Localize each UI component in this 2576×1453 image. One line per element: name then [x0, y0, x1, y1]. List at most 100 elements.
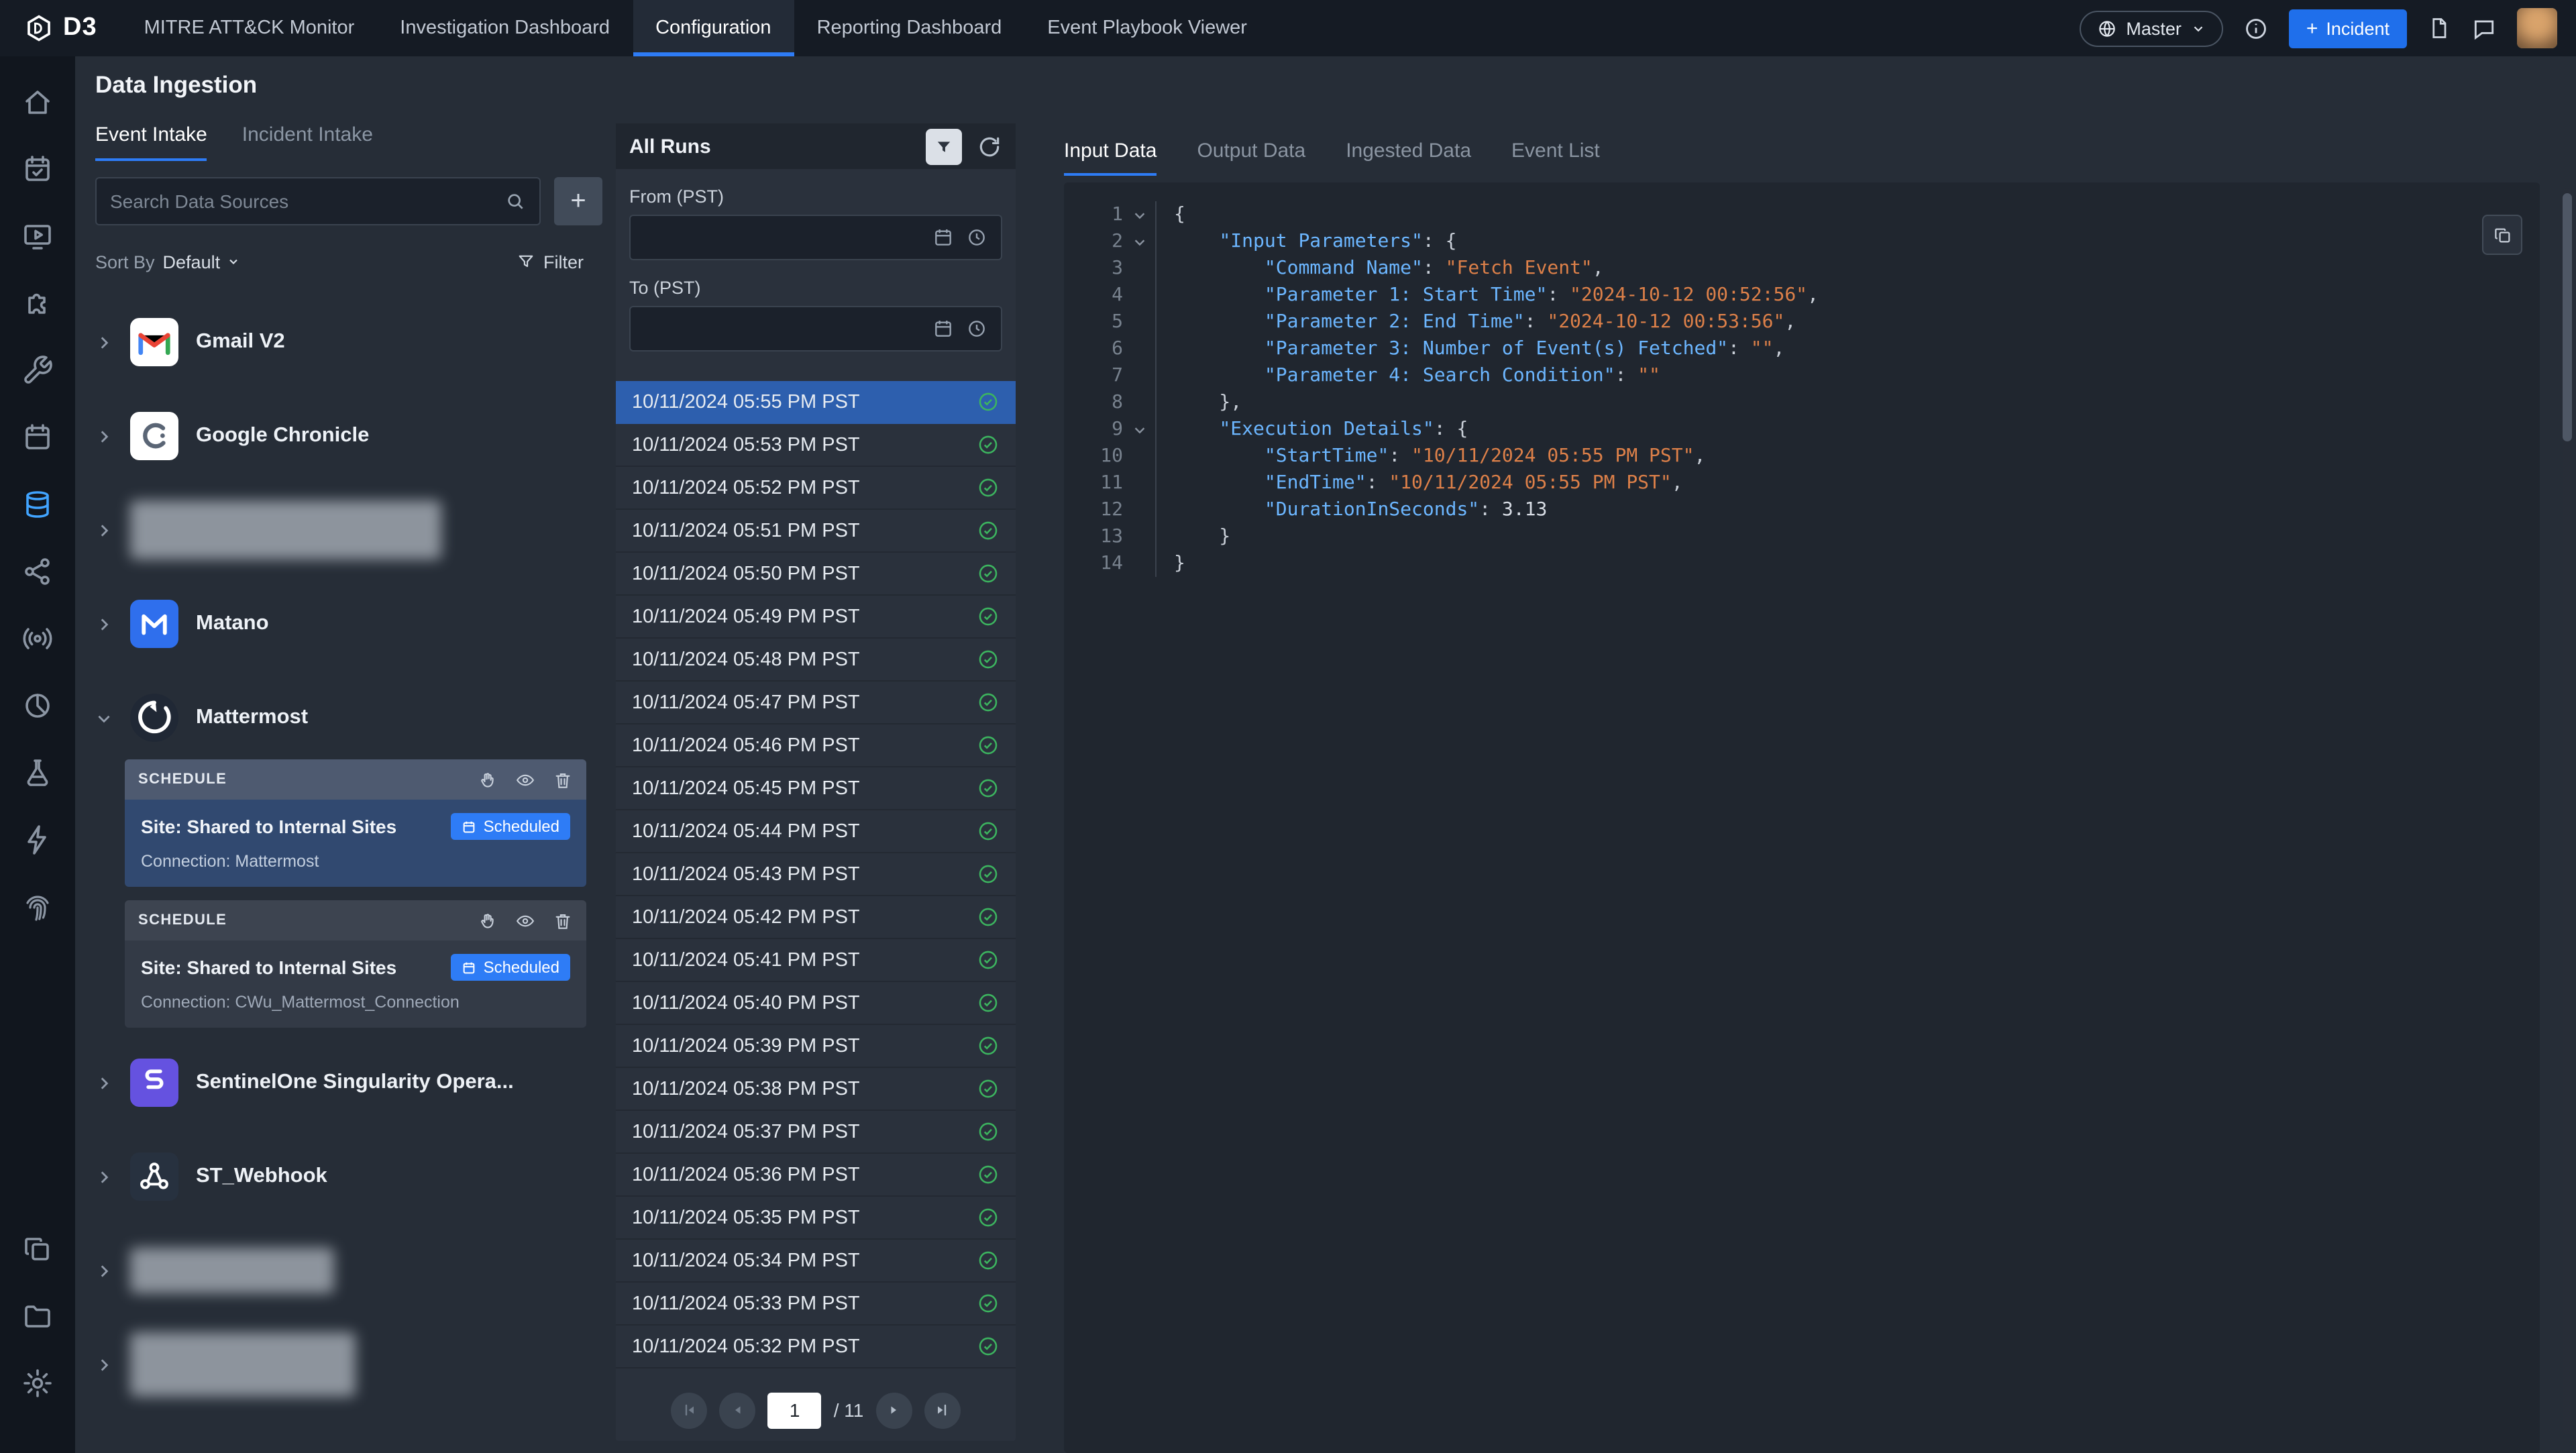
broadcast-signal-icon[interactable] [21, 623, 54, 655]
data-ingestion-database-icon[interactable] [21, 488, 54, 521]
user-avatar[interactable] [2517, 8, 2557, 48]
nav-event-playbook-viewer[interactable]: Event Playbook Viewer [1024, 0, 1270, 56]
schedule-calendar-icon[interactable] [21, 421, 54, 453]
manual-run-hand-icon[interactable] [478, 769, 498, 790]
view-eye-icon[interactable] [515, 910, 535, 930]
tab-event-list[interactable]: Event List [1511, 140, 1600, 176]
tab-output-data[interactable]: Output Data [1197, 140, 1305, 176]
calendar-icon[interactable] [932, 318, 954, 339]
clock-icon[interactable] [966, 227, 987, 248]
schedule-card-selected[interactable]: SCHEDULE Site: Shared to I [125, 759, 586, 887]
to-date-input[interactable] [629, 306, 1002, 352]
run-row[interactable]: 10/11/2024 05:48 PM PST [616, 639, 1016, 682]
run-row[interactable]: 10/11/2024 05:32 PM PST [616, 1326, 1016, 1368]
run-row[interactable]: 10/11/2024 05:49 PM PST [616, 596, 1016, 639]
sort-by-dropdown[interactable]: Default [163, 252, 241, 272]
source-row-blurred[interactable] [95, 1326, 602, 1403]
collapse-arrow-icon[interactable] [1123, 207, 1155, 222]
tab-event-intake[interactable]: Event Intake [95, 123, 207, 161]
run-row[interactable]: 10/11/2024 05:47 PM PST [616, 682, 1016, 724]
nav-investigation-dashboard[interactable]: Investigation Dashboard [377, 0, 633, 56]
calendar-icon[interactable] [932, 227, 954, 248]
page-number-input[interactable] [768, 1392, 822, 1428]
run-row[interactable]: 10/11/2024 05:45 PM PST [616, 767, 1016, 810]
run-row[interactable]: 10/11/2024 05:46 PM PST [616, 724, 1016, 767]
nav-reporting-dashboard[interactable]: Reporting Dashboard [794, 0, 1025, 56]
chat-icon[interactable] [2471, 15, 2497, 41]
run-row[interactable]: 10/11/2024 05:51 PM PST [616, 510, 1016, 553]
run-row[interactable]: 10/11/2024 05:40 PM PST [616, 982, 1016, 1025]
clock-icon[interactable] [966, 318, 987, 339]
source-row-st-webhook[interactable]: ST_Webhook [95, 1138, 602, 1216]
run-row[interactable]: 10/11/2024 05:36 PM PST [616, 1154, 1016, 1197]
vertical-scrollbar-thumb[interactable] [2563, 193, 2572, 441]
run-row[interactable]: 10/11/2024 05:42 PM PST [616, 896, 1016, 939]
nav-mitre-attack-monitor[interactable]: MITRE ATT&CK Monitor [121, 0, 378, 56]
runs-filter-button[interactable] [926, 128, 962, 164]
tab-input-data[interactable]: Input Data [1064, 140, 1157, 176]
last-page-button[interactable] [924, 1392, 960, 1428]
run-row[interactable]: 10/11/2024 05:37 PM PST [616, 1111, 1016, 1154]
info-icon[interactable] [2243, 15, 2269, 41]
run-row[interactable]: 10/11/2024 05:50 PM PST [616, 553, 1016, 596]
delete-trash-icon[interactable] [553, 910, 573, 930]
tab-ingested-data[interactable]: Ingested Data [1346, 140, 1471, 176]
fingerprint-icon[interactable] [21, 891, 54, 923]
run-row[interactable]: 10/11/2024 05:43 PM PST [616, 853, 1016, 896]
run-row[interactable]: 10/11/2024 05:53 PM PST [616, 424, 1016, 467]
document-icon[interactable] [2427, 16, 2451, 40]
run-row[interactable]: 10/11/2024 05:35 PM PST [616, 1197, 1016, 1240]
chevron-right-icon[interactable] [95, 1168, 113, 1185]
window-copy-icon[interactable] [21, 1233, 54, 1265]
collapse-arrow-icon[interactable] [1123, 234, 1155, 249]
run-row[interactable]: 10/11/2024 05:52 PM PST [616, 467, 1016, 510]
playbook-monitor-icon[interactable] [21, 220, 54, 252]
source-row-gmail[interactable]: Gmail V2 [95, 303, 602, 381]
source-row-blurred[interactable] [95, 1232, 602, 1309]
settings-gear-icon[interactable] [21, 1367, 54, 1399]
refresh-button[interactable] [977, 133, 1002, 159]
source-row-sentinelone[interactable]: SentinelOne Singularity Opera... [95, 1044, 602, 1122]
first-page-button[interactable] [672, 1392, 708, 1428]
next-page-button[interactable] [875, 1392, 912, 1428]
utilities-wrench-icon[interactable] [21, 354, 54, 386]
chevron-right-icon[interactable] [95, 427, 113, 445]
link-analysis-network-icon[interactable] [21, 555, 54, 588]
integrations-puzzle-icon[interactable] [21, 287, 54, 319]
view-eye-icon[interactable] [515, 769, 535, 790]
automation-bolt-icon[interactable] [21, 824, 54, 856]
chevron-right-icon[interactable] [95, 1262, 113, 1279]
chevron-right-icon[interactable] [95, 521, 113, 539]
chevron-right-icon[interactable] [95, 615, 113, 633]
sources-filter-button[interactable]: Filter [517, 252, 584, 272]
copy-button[interactable] [2482, 215, 2522, 255]
run-row[interactable]: 10/11/2024 05:44 PM PST [616, 810, 1016, 853]
chevron-right-icon[interactable] [95, 1074, 113, 1091]
delete-trash-icon[interactable] [553, 769, 573, 790]
source-row-mattermost[interactable]: Mattermost [95, 679, 602, 757]
environment-selector[interactable]: Master [2079, 10, 2223, 46]
chevron-right-icon[interactable] [95, 1356, 113, 1373]
schedule-card[interactable]: SCHEDULE Site: Shared to I [125, 900, 586, 1028]
chevron-down-icon[interactable] [95, 709, 113, 726]
home-icon[interactable] [21, 86, 54, 118]
nav-configuration[interactable]: Configuration [633, 0, 794, 56]
add-incident-button[interactable]: + Incident [2289, 9, 2407, 48]
run-row[interactable]: 10/11/2024 05:41 PM PST [616, 939, 1016, 982]
run-row[interactable]: 10/11/2024 05:38 PM PST [616, 1068, 1016, 1111]
run-row[interactable]: 10/11/2024 05:55 PM PST [616, 381, 1016, 424]
chevron-right-icon[interactable] [95, 333, 113, 351]
run-row[interactable]: 10/11/2024 05:33 PM PST [616, 1283, 1016, 1326]
add-data-source-button[interactable]: + [554, 177, 602, 225]
source-row-google-chronicle[interactable]: Google Chronicle [95, 397, 602, 475]
collapse-arrow-icon[interactable] [1123, 422, 1155, 437]
source-row-matano[interactable]: Matano [95, 585, 602, 663]
search-data-sources-input[interactable] [110, 191, 504, 212]
run-row[interactable]: 10/11/2024 05:39 PM PST [616, 1025, 1016, 1068]
report-pie-icon[interactable] [21, 690, 54, 722]
d3-logo[interactable]: D3 [0, 0, 121, 56]
from-date-input[interactable] [629, 215, 1002, 260]
previous-page-button[interactable] [720, 1392, 756, 1428]
tab-incident-intake[interactable]: Incident Intake [242, 123, 373, 161]
file-manager-folder-icon[interactable] [21, 1300, 54, 1332]
